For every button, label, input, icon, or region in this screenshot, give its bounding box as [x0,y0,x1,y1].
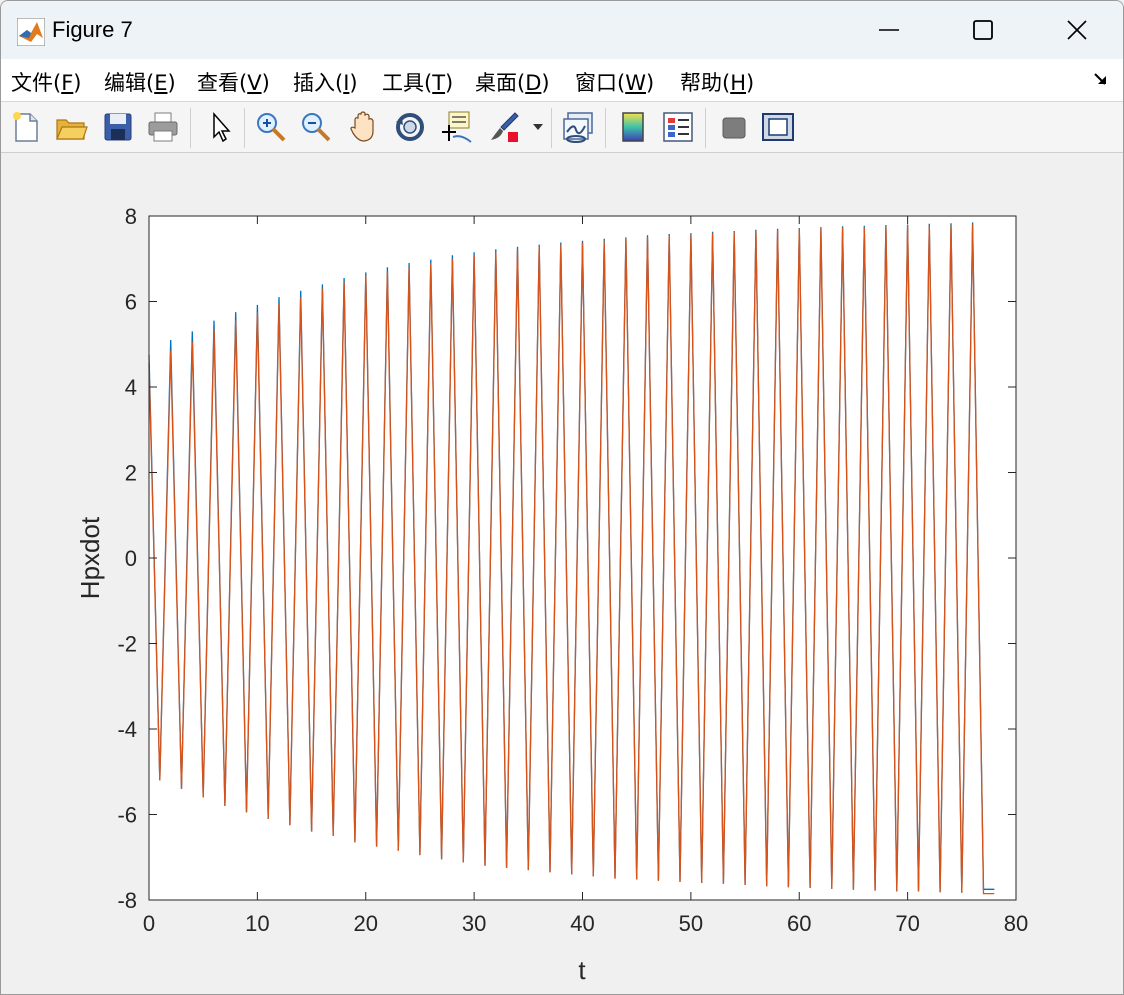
zoom-out-icon [302,113,331,142]
new-figure-icon [13,112,38,142]
y-tick-label: 0 [125,546,137,571]
hide-plot-tools-icon [722,117,746,139]
menu-tools[interactable]: 工具(T) [382,67,453,97]
zoom-out-button[interactable] [299,110,333,144]
brush-icon [491,112,519,142]
brush-button[interactable] [487,110,521,144]
maximize-icon [973,20,993,40]
menu-desktop[interactable]: 桌面(D) [475,67,550,97]
matlab-logo-icon [17,18,45,46]
link-plot-button[interactable] [562,110,596,144]
menu-file[interactable]: 文件(F) [11,67,82,97]
plot-svg: 0 10 20 30 40 50 60 70 80 -8 -6 -4 -2 0 2 4 6 8 t Hpxdot [75,204,1028,985]
rotate-3d-icon [396,113,424,141]
x-tick-label: 80 [1004,911,1028,936]
x-tick-label: 30 [462,911,486,936]
y-tick-label: 2 [125,461,137,486]
y-tick-label: 8 [125,204,137,229]
save-icon [104,113,132,141]
toolbar-separator [244,108,245,148]
x-tick-label: 40 [570,911,594,936]
show-plot-tools-icon [762,113,794,141]
toolbar-separator [605,108,606,148]
x-tick-label: 50 [679,911,703,936]
rotate-3d-button[interactable] [393,110,427,144]
minimize-icon [879,29,899,31]
save-button[interactable] [101,110,135,144]
menu-help[interactable]: 帮助(H) [680,67,754,97]
legend-button[interactable] [661,110,695,144]
open-file-icon [56,119,88,140]
close-icon [1067,20,1087,40]
zoom-in-icon [257,113,286,142]
y-axis-label: Hpxdot [75,516,105,599]
menu-bar: 文件(F) 编辑(E) 查看(V) 插入(I) 工具(T) 桌面(D) 窗口(W… [1,59,1123,102]
colorbar-button[interactable] [616,110,650,144]
y-tick-label: -8 [117,888,137,913]
y-tick-label: 6 [125,290,137,315]
x-axis-label: t [578,955,586,985]
toolbar-separator [190,108,191,148]
brush-dropdown-icon [533,124,543,130]
close-button[interactable] [1031,1,1123,59]
brush-dropdown-button[interactable] [531,110,545,144]
open-file-button[interactable] [54,110,88,144]
title-bar[interactable]: Figure 7 [1,1,1123,59]
data-cursor-button[interactable] [439,110,473,144]
show-plot-tools-button[interactable] [761,110,795,144]
menu-insert[interactable]: 插入(I) [293,67,358,97]
x-tick-label: 20 [354,911,378,936]
toolbar-separator [705,108,706,148]
x-tick-label: 60 [787,911,811,936]
pan-button[interactable] [347,110,381,144]
data-cursor-icon [442,111,472,143]
minimize-button[interactable] [843,1,935,59]
x-tick-label: 70 [895,911,919,936]
x-tick-label: 0 [143,911,155,936]
print-icon [148,112,178,142]
legend-icon [663,112,693,142]
menu-view[interactable]: 查看(V) [197,67,270,97]
colorbar-icon [622,112,644,142]
window-title: Figure 7 [52,17,133,42]
edit-plot-icon [213,112,231,143]
zoom-in-button[interactable] [254,110,288,144]
new-figure-button[interactable] [9,110,43,144]
dock-figure-icon[interactable] [1093,71,1109,87]
edit-plot-button[interactable] [205,110,239,144]
y-tick-label: -2 [117,632,137,657]
y-tick-label: -4 [117,717,137,742]
y-tick-label: -6 [117,803,137,828]
figure-canvas: 0 10 20 30 40 50 60 70 80 -8 -6 -4 -2 0 2 4 6 8 t Hpxdot [1,153,1123,994]
y-tick-label: 4 [125,375,137,400]
maximize-button[interactable] [937,1,1029,59]
toolbar-separator [551,108,552,148]
pan-icon [350,111,374,142]
x-tick-label: 10 [245,911,269,936]
print-button[interactable] [146,110,180,144]
link-plot-icon [563,112,593,143]
menu-edit[interactable]: 编辑(E) [104,67,176,97]
menu-window[interactable]: 窗口(W) [575,67,654,97]
figure-toolbar [1,102,1123,153]
figure-window: Figure 7 文件(F) 编辑(E) 查看(V) 插入(I) 工具(T) 桌… [0,0,1124,995]
hide-plot-tools-button[interactable] [716,110,750,144]
